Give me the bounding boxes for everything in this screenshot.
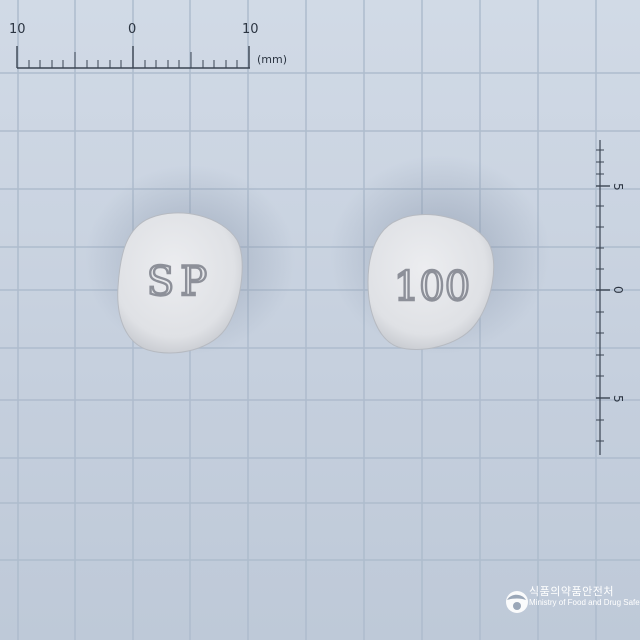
ruler-label-left: 10 bbox=[9, 22, 26, 37]
ruler-unit-label: (mm) bbox=[257, 53, 287, 66]
pill-photo: 10 0 10 (mm) 5 0 5 SP 100 식품의약품안전처 Minis… bbox=[0, 0, 640, 640]
top-ruler bbox=[16, 46, 250, 69]
ministry-emblem-icon bbox=[506, 591, 528, 613]
tablet-left-imprint: SP bbox=[147, 259, 213, 305]
side-ruler-label-center: 0 bbox=[611, 286, 625, 294]
side-ruler-label-top: 5 bbox=[611, 183, 625, 191]
watermark-english: Ministry of Food and Drug Safety bbox=[529, 598, 640, 607]
side-ruler bbox=[596, 140, 610, 455]
side-ruler-label-bottom: 5 bbox=[611, 395, 625, 403]
photo-canvas: 10 0 10 (mm) 5 0 5 SP 100 bbox=[0, 0, 640, 640]
ruler-label-center: 0 bbox=[128, 22, 136, 37]
ruler-label-right: 10 bbox=[242, 22, 259, 37]
watermark-korean: 식품의약품안전처 bbox=[529, 585, 614, 598]
grid bbox=[0, 0, 640, 640]
tablet-right-imprint: 100 bbox=[394, 264, 470, 310]
